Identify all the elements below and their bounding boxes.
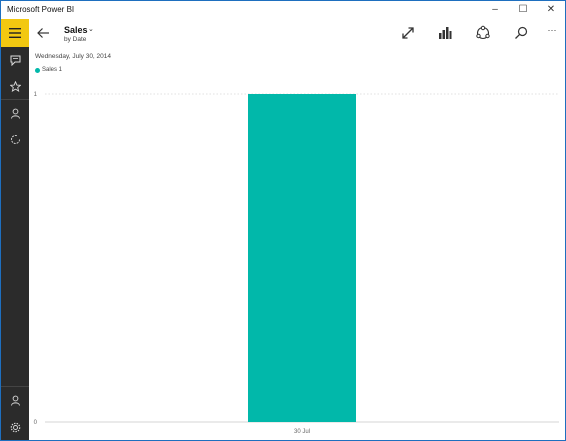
share-icon	[476, 25, 490, 40]
nav-sidebar	[1, 19, 29, 440]
more-options-button[interactable]: ···	[544, 25, 560, 41]
search-button[interactable]	[513, 25, 529, 41]
hamburger-menu-button[interactable]	[1, 19, 29, 47]
minimize-button[interactable]: –	[481, 1, 509, 19]
sidebar-item-settings[interactable]	[1, 414, 29, 440]
refresh-icon	[10, 134, 20, 144]
close-button[interactable]: ✕	[537, 1, 565, 19]
sidebar-item-favorites[interactable]	[1, 73, 29, 99]
x-tick-label: 30 Jul	[294, 429, 310, 435]
expand-icon	[402, 27, 414, 39]
reports-icon	[10, 55, 20, 66]
share-button[interactable]	[475, 25, 491, 41]
tile-header: Sales ⌄ by Date ···	[29, 19, 565, 47]
sidebar-item-reports[interactable]	[1, 47, 29, 73]
legend-swatch	[35, 67, 40, 73]
hamburger-menu-icon	[9, 28, 21, 38]
page-title[interactable]: Sales	[64, 25, 88, 35]
back-arrow-icon	[37, 28, 49, 38]
favorites-star-icon	[9, 80, 21, 92]
maximize-button[interactable]: ☐	[509, 1, 537, 19]
expand-button[interactable]	[400, 25, 416, 41]
window-title: Microsoft Power BI	[7, 5, 75, 14]
y-tick-label: 0	[34, 420, 38, 426]
sidebar-item-shared[interactable]	[1, 100, 29, 126]
chart-type-button[interactable]	[437, 25, 453, 41]
date-label: Wednesday, July 30, 2014	[35, 53, 112, 60]
sidebar-item-recent[interactable]	[1, 126, 29, 152]
bar[interactable]	[248, 94, 356, 422]
page-subtitle: by Date	[64, 36, 87, 43]
sidebar-item-account[interactable]	[1, 387, 29, 413]
back-button[interactable]	[35, 25, 51, 41]
account-icon	[10, 395, 20, 406]
bar-chart[interactable]: 0 1 30 Jul	[29, 81, 565, 440]
y-tick-label: 1	[34, 92, 38, 98]
person-icon	[10, 108, 20, 119]
chart-legend: Sales 1	[35, 67, 62, 73]
settings-gear-icon	[10, 422, 20, 432]
search-icon	[515, 26, 528, 39]
app-window: Microsoft Power BI – ☐ ✕ Sales ⌄ by Date…	[0, 0, 566, 441]
main-content: Sales ⌄ by Date ··· Wednesday, July 30, …	[29, 19, 565, 440]
title-bar: Microsoft Power BI – ☐ ✕	[1, 1, 565, 19]
window-controls: – ☐ ✕	[481, 1, 565, 19]
chevron-down-icon[interactable]: ⌄	[88, 25, 94, 33]
legend-label: Sales 1	[42, 67, 63, 73]
chart-type-icon	[439, 27, 452, 39]
